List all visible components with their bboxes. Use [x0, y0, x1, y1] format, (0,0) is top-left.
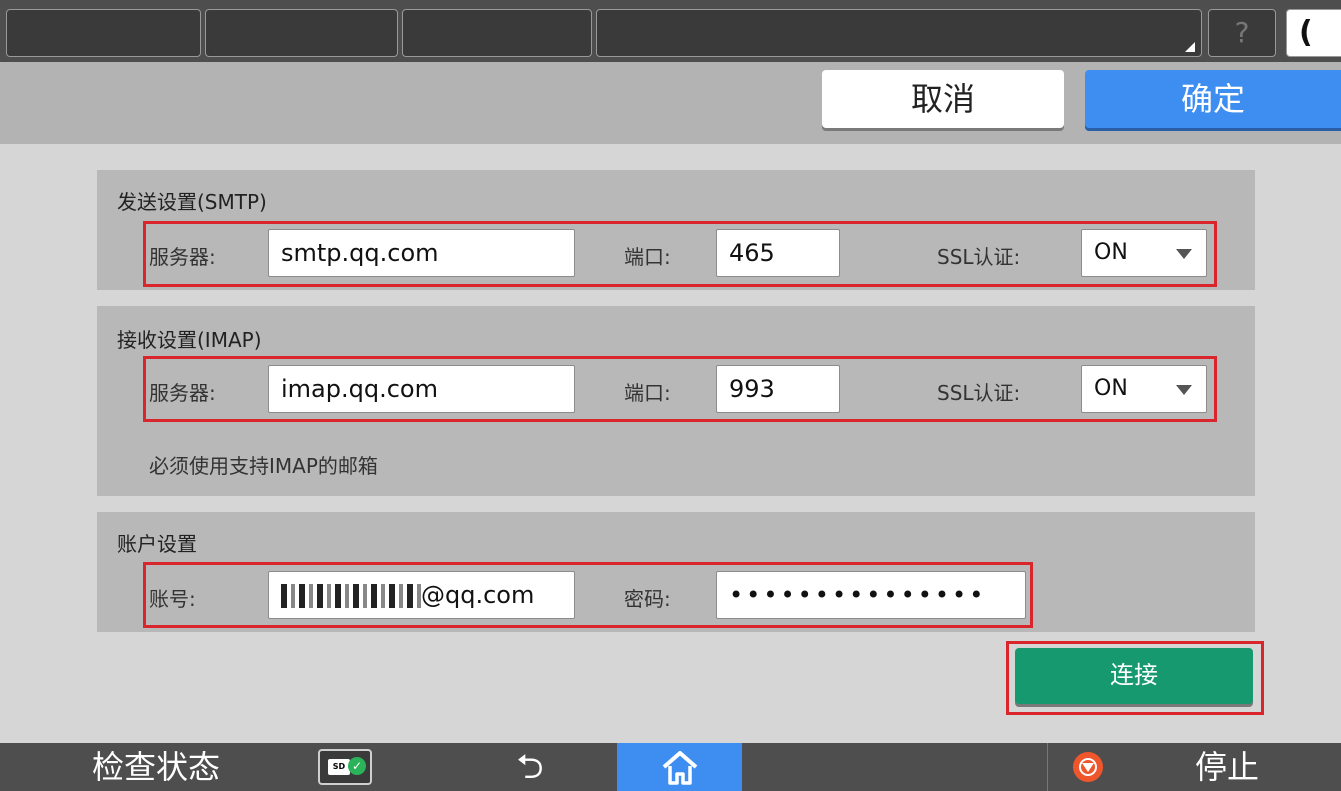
smtp-ssl-label: SSL认证:	[937, 245, 1021, 269]
password-input[interactable]: •••••••••••••••	[716, 571, 1026, 619]
main-content: 发送设置(SMTP) 服务器: smtp.qq.com 端口: 465 SSL认…	[0, 144, 1341, 743]
help-icon: ?	[1234, 16, 1250, 49]
smtp-section: 发送设置(SMTP) 服务器: smtp.qq.com 端口: 465 SSL认…	[97, 170, 1255, 290]
status-slot-3[interactable]	[402, 9, 592, 57]
stop-button[interactable]: 停止	[1195, 743, 1285, 791]
smtp-ssl-value: ON	[1094, 240, 1128, 265]
top-status-bar: ? (	[0, 0, 1341, 62]
expand-corner-icon	[1185, 42, 1195, 52]
account-input[interactable]: @qq.com	[268, 571, 575, 619]
smtp-server-input[interactable]: smtp.qq.com	[268, 229, 575, 277]
account-section-title: 账户设置	[117, 532, 197, 556]
redacted-username	[281, 584, 421, 608]
imap-section-title: 接收设置(IMAP)	[117, 328, 262, 352]
imap-port-label: 端口:	[624, 381, 671, 405]
imap-ssl-value: ON	[1094, 376, 1128, 401]
imap-ssl-select[interactable]: ON	[1081, 365, 1207, 413]
connect-button[interactable]: 连接	[1015, 648, 1253, 704]
home-button[interactable]	[617, 743, 742, 791]
cancel-button[interactable]: 取消	[822, 70, 1064, 128]
account-label: 账号:	[149, 587, 196, 611]
account-domain: @qq.com	[421, 581, 535, 609]
bottom-bar: 检查状态 SD ✓ ⮌ 停止	[0, 743, 1341, 791]
imap-port-input[interactable]: 993	[716, 365, 840, 413]
smtp-server-label: 服务器:	[149, 245, 216, 269]
sd-card-icon: SD	[328, 759, 350, 775]
imap-server-input[interactable]: imap.qq.com	[268, 365, 575, 413]
smtp-ssl-select[interactable]: ON	[1081, 229, 1207, 277]
energy-saver-button[interactable]: (	[1286, 9, 1341, 57]
help-button[interactable]: ?	[1208, 9, 1276, 57]
password-label: 密码:	[624, 587, 671, 611]
sd-card-button[interactable]: SD ✓	[318, 749, 372, 785]
smtp-port-label: 端口:	[624, 245, 671, 269]
imap-requirement-note: 必须使用支持IMAP的邮箱	[149, 454, 378, 478]
imap-server-label: 服务器:	[149, 381, 216, 405]
smtp-port-input[interactable]: 465	[716, 229, 840, 277]
check-status-button[interactable]: 检查状态	[0, 743, 312, 791]
moon-icon: (	[1299, 15, 1313, 50]
imap-section: 接收设置(IMAP) 服务器: imap.qq.com 端口: 993 SSL认…	[97, 306, 1255, 496]
stop-icon[interactable]	[1073, 752, 1103, 782]
action-bar: 取消 确定	[0, 62, 1341, 144]
imap-ssl-label: SSL认证:	[937, 381, 1021, 405]
status-message-area[interactable]	[596, 9, 1202, 57]
home-icon	[662, 751, 697, 785]
smtp-section-title: 发送设置(SMTP)	[117, 190, 267, 214]
chevron-down-icon	[1176, 385, 1192, 395]
status-slot-1[interactable]	[6, 9, 201, 57]
back-icon: ⮌	[516, 747, 544, 787]
ok-button[interactable]: 确定	[1085, 70, 1341, 128]
account-section: 账户设置 账号: @qq.com 密码: •••••••••••••••	[97, 512, 1255, 632]
back-button[interactable]: ⮌	[500, 743, 560, 791]
status-slot-2[interactable]	[205, 9, 398, 57]
check-icon: ✓	[348, 757, 366, 775]
divider	[1047, 743, 1048, 791]
chevron-down-icon	[1176, 249, 1192, 259]
